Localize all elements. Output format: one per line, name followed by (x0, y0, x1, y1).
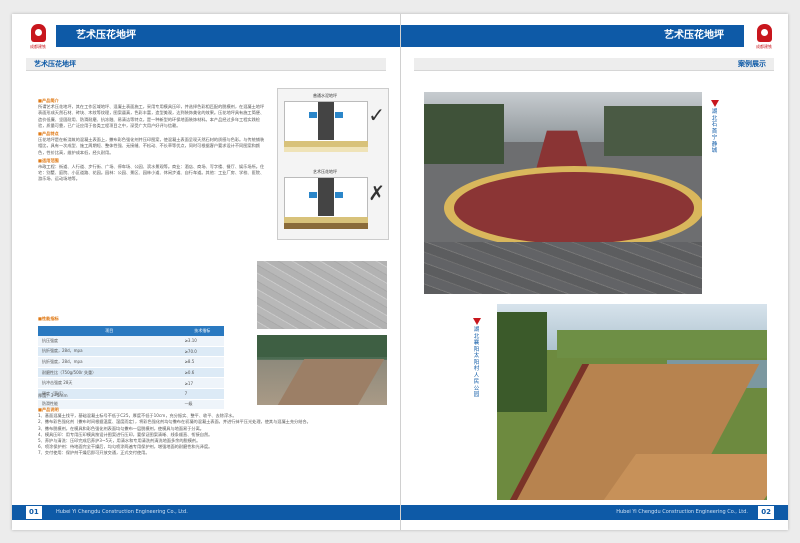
page-number: 01 (26, 506, 42, 519)
process-step: 7、交付使用：保护剂干燥后即可开放交通，正式交付使用。 (38, 450, 150, 456)
triangle-marker-icon (472, 318, 481, 325)
left-subhead-bar: 艺术压花地坪 (26, 58, 386, 71)
table-note: 厚度：3~5mm (38, 393, 68, 398)
case-photo-park-path (497, 304, 767, 500)
section-body: 所谓艺术压花地坪，其在工作区域地坪、混凝土表面施工，采用专用模具压印，并选择色彩… (38, 104, 265, 128)
table-row: 耐磨性比（750g/500r 失重） ≥0.6 (38, 367, 224, 379)
arrow-icon (309, 192, 317, 198)
column-shape (318, 178, 334, 216)
garden-path-photo (257, 335, 387, 405)
left-footer: 01 Hubei Yi Chengdu Construction Enginee… (12, 505, 400, 520)
footer-company: Hubei Yi Chengdu Construction Engineerin… (56, 509, 188, 515)
company-logo-left: 成都建铁 (26, 24, 50, 50)
right-title-bar: 艺术压花地坪 (401, 25, 744, 47)
section-body: 压花地坪是在新浇筑的混凝土表面上，撒布彩色强化剂并压印图案，使混凝土表面呈现天然… (38, 137, 265, 155)
base-layer (284, 147, 368, 152)
check-icon: ✓ (368, 103, 385, 127)
logo-text: 成都建铁 (30, 44, 46, 49)
column-shape (318, 102, 334, 140)
case-photo-plaza (424, 92, 702, 294)
process-block: ■产品说明 1、基面混凝土找平，基础混凝土标号不低于C25，厚度不低于10cm，… (38, 407, 388, 457)
right-subhead-bar: 案例展示 (414, 58, 774, 71)
table-row: 抗压强度 ≥3.10 (38, 336, 224, 347)
right-footer: Hubei Yi Chengdu Construction Engineerin… (401, 505, 788, 520)
diagram-label: 普通水泥地坪 (313, 93, 337, 98)
perf-heading: ■性能指标 (38, 316, 59, 321)
diagram-label: 艺术压花地坪 (313, 169, 337, 174)
case-caption-1: 湖北石首宁静城 (710, 100, 719, 155)
brochure-spread: 成都建铁 艺术压花地坪 艺术压花地坪 ■产品简介 所谓艺术压花地坪，其在工作区域… (12, 14, 788, 530)
section-body: 市政工程：街道、人行道、步行街、广场、停车场、公园、滨水景观等。商业：酒店、商场… (38, 164, 265, 182)
logo-mark-icon (756, 24, 772, 42)
page-number: 02 (758, 506, 774, 519)
base-layer (284, 223, 368, 229)
case-caption-2: 湖北襄阳太阳村人民公园 (472, 318, 481, 399)
right-subhead: 案例展示 (738, 60, 766, 68)
left-title-bar: 艺术压花地坪 (56, 25, 400, 47)
left-title: 艺术压花地坪 (76, 30, 136, 41)
cross-icon: ✗ (368, 181, 385, 205)
table-header: 项目 (38, 326, 181, 336)
footer-company: Hubei Yi Chengdu Construction Engineerin… (616, 509, 748, 515)
arrow-icon (335, 192, 343, 198)
table-header: 技术指标 (180, 326, 224, 336)
table-row: 抗折强度，28d，mpa ≥8.5 (38, 356, 224, 368)
page-fold (400, 14, 401, 530)
triangle-marker-icon (710, 100, 719, 107)
table-header-row: 项目 技术指标 (38, 326, 224, 336)
arrow-icon (335, 112, 343, 118)
diagram-panel-bottom: 艺术压花地坪 (284, 169, 368, 231)
logo-mark-icon (30, 24, 46, 42)
right-title: 艺术压花地坪 (664, 30, 724, 41)
paver-texture-photo (257, 261, 387, 329)
diagram-panel-top: 普通水泥地坪 (284, 93, 368, 155)
table-row: 抗冲击强度 28天 ≥17 (38, 377, 224, 389)
intro-block: ■产品简介 所谓艺术压花地坪，其在工作区域地坪、混凝土表面施工，采用专用模具压印… (38, 98, 266, 183)
arrow-icon (309, 112, 317, 118)
comparison-diagram: 普通水泥地坪 ✓ 艺术压花地坪 ✗ (277, 88, 389, 240)
company-logo-right: 成都建铁 (752, 24, 776, 50)
logo-text: 成都建铁 (756, 44, 772, 49)
table-row: 抗折强度，28d，mpa ≥70.0 (38, 346, 224, 358)
left-subhead: 艺术压花地坪 (34, 60, 76, 68)
